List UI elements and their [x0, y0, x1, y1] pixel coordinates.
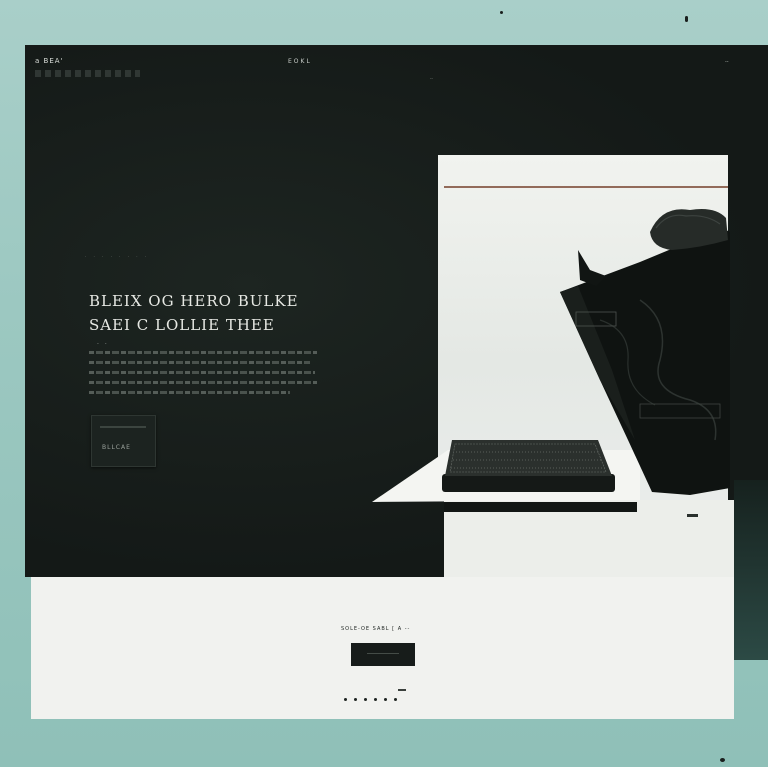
lower-mark [398, 689, 406, 691]
body-text-line [89, 391, 290, 394]
body-text-line [89, 351, 317, 354]
hero-dots: . . [97, 339, 109, 346]
nav-center-link[interactable]: EOKL [288, 58, 312, 65]
hero-divider [444, 186, 728, 188]
lower-section-title: SOLE-OE SABL [ A -- [341, 626, 411, 632]
hero-body-copy [89, 351, 317, 401]
pager-dot[interactable] [374, 698, 377, 701]
product-shelf-base [444, 500, 734, 578]
hero-headline-line: BLEIX OG HERO BULKE [89, 292, 299, 310]
shelf-tag [687, 514, 698, 517]
hero-headline-line: SAEI C LOLLIE THEE [89, 316, 275, 334]
hero-cta-label: BLLCAE [102, 444, 131, 451]
hero-headline: BLEIX OG HERO BULKE SAEI C LOLLIE THEE [89, 289, 339, 337]
pager-dot[interactable] [364, 698, 367, 701]
hero-product-panel [438, 155, 728, 500]
hero-cta-button[interactable]: BLLCAE [91, 415, 156, 467]
cta-decoration [100, 426, 146, 428]
pager-dot[interactable] [394, 698, 397, 701]
pager-dot[interactable] [384, 698, 387, 701]
lower-section: SOLE-OE SABL [ A -- [31, 577, 734, 719]
lower-cta-label [367, 653, 399, 654]
pager-dot[interactable] [354, 698, 357, 701]
hero-eyebrow: . . . . . . . . [85, 253, 150, 258]
body-text-line [89, 381, 317, 384]
side-strip [734, 480, 768, 660]
body-text-line [89, 371, 315, 374]
nav-right-link[interactable]: -- [725, 59, 729, 65]
speck [500, 11, 503, 14]
pager-dot[interactable] [344, 698, 347, 701]
lower-cta-button[interactable] [351, 643, 415, 666]
logo-tagline [35, 70, 140, 77]
carousel-pager [344, 698, 397, 701]
body-text-line [89, 361, 311, 364]
speck [685, 16, 688, 22]
speck [720, 758, 725, 762]
site-logo[interactable]: a BEA' [35, 57, 63, 65]
nav-caption: -- [430, 76, 433, 81]
